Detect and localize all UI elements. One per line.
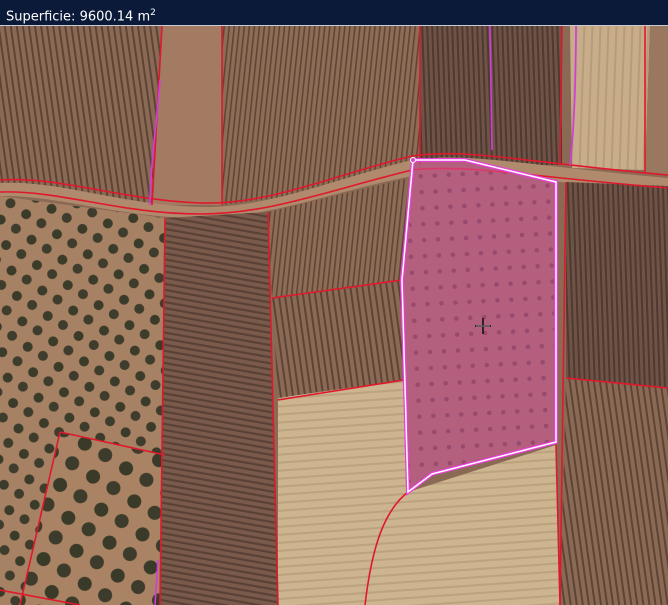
area-value: 9600.14 (79, 9, 134, 25)
selected-parcel[interactable] (399, 157, 558, 496)
measurement-bar: Superficie: 9600.14 m2 (0, 0, 668, 26)
area-unit-exponent: 2 (150, 8, 156, 18)
area-label: Superficie: (6, 9, 76, 25)
area-unit: m (137, 9, 151, 25)
terrain (0, 26, 668, 605)
vertex-handle (410, 157, 416, 163)
map-canvas[interactable] (0, 26, 668, 605)
